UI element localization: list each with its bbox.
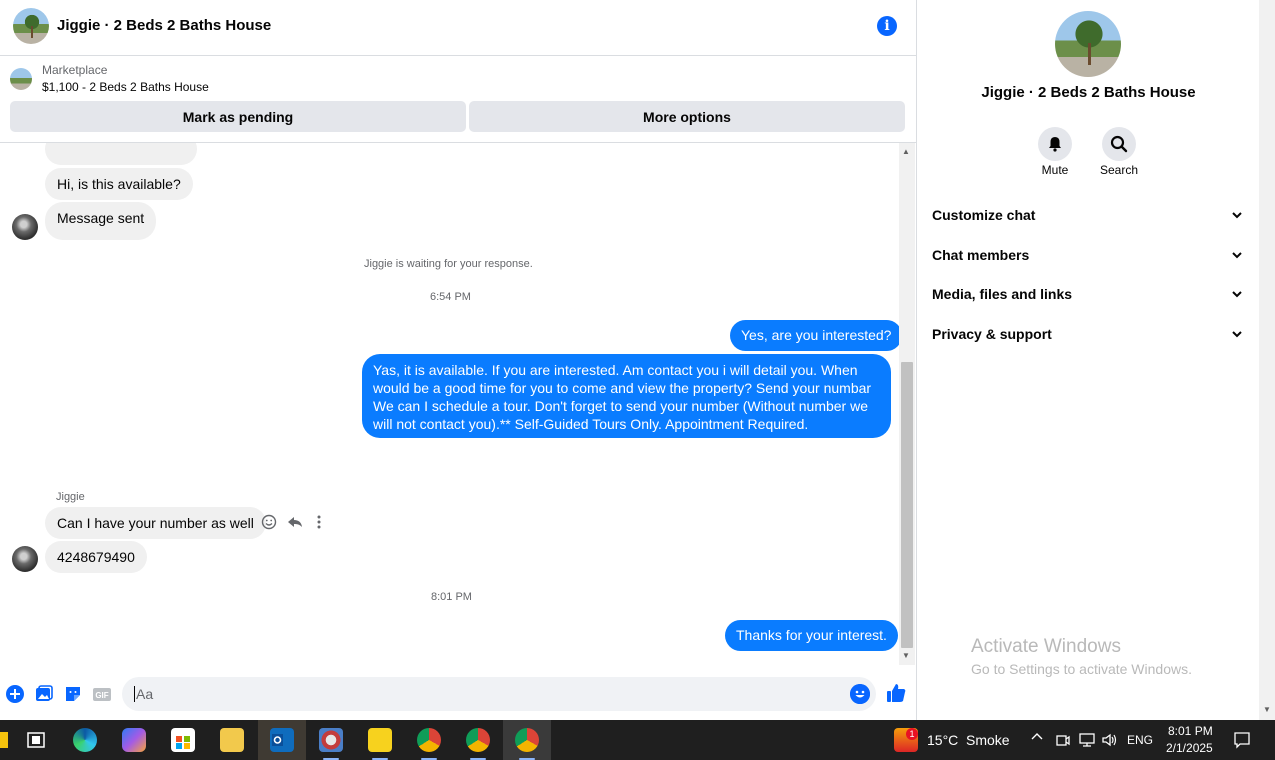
- sticky-notes-icon[interactable]: [368, 728, 392, 752]
- activate-windows-title: Activate Windows: [971, 636, 1121, 657]
- section-privacy-support[interactable]: Privacy & support: [932, 319, 1242, 349]
- chrome-profile-icon[interactable]: [466, 728, 490, 752]
- chrome-active-icon[interactable]: [515, 728, 539, 752]
- chevron-down-icon: [1232, 331, 1242, 338]
- timestamp: 6:54 PM: [430, 291, 471, 303]
- section-label: Media, files and links: [932, 286, 1073, 302]
- listing-thumbnail[interactable]: [10, 68, 32, 90]
- chat-avatar[interactable]: [13, 8, 49, 44]
- svg-text:GIF: GIF: [95, 691, 108, 700]
- sender-avatar[interactable]: [12, 546, 38, 572]
- language-indicator[interactable]: ENG: [1127, 733, 1153, 747]
- windows-taskbar: 1 15°C Smoke ENG 8:01 PM 2/1/2025: [0, 720, 1275, 760]
- more-options-button[interactable]: More options: [469, 101, 905, 132]
- message-input-placeholder: Aa: [134, 686, 154, 702]
- chevron-down-icon: [1232, 212, 1242, 219]
- message-list: Hi, is this available? Message sent Jigg…: [0, 143, 900, 663]
- clock-time[interactable]: 8:01 PM: [1168, 724, 1213, 738]
- network-icon[interactable]: [1078, 732, 1096, 751]
- message-bubble-incoming[interactable]: Hi, is this available?: [45, 168, 193, 200]
- mute-label: Mute: [1041, 163, 1069, 177]
- waiting-status: Jiggie is waiting for your response.: [364, 258, 533, 270]
- section-label: Chat members: [932, 247, 1030, 263]
- message-bubble-incoming[interactable]: Message sent: [45, 202, 157, 240]
- scroll-thumb[interactable]: [901, 362, 913, 648]
- store-icon[interactable]: [171, 728, 195, 752]
- outlook-icon[interactable]: [270, 728, 294, 752]
- reply-icon[interactable]: [287, 514, 303, 533]
- mute-button[interactable]: [1038, 127, 1072, 161]
- search-button[interactable]: [1102, 127, 1136, 161]
- chevron-down-icon: [1232, 291, 1242, 298]
- chat-area: Jiggie · 2 Beds 2 Baths House i Marketpl…: [0, 0, 916, 720]
- sticker-icon[interactable]: [63, 684, 83, 704]
- message-bubble-outgoing[interactable]: Thanks for your interest.: [725, 620, 898, 651]
- start-edge-icon[interactable]: [0, 732, 8, 748]
- scroll-down-icon[interactable]: ▼: [1263, 705, 1271, 714]
- message-bubble-incoming[interactable]: 4248679490: [45, 541, 147, 573]
- plus-icon[interactable]: [5, 684, 25, 704]
- weather-desc[interactable]: Smoke: [966, 732, 1010, 748]
- chevron-up-icon[interactable]: [1030, 730, 1044, 747]
- message-input[interactable]: Aa: [122, 677, 876, 711]
- scroll-up-icon[interactable]: ▲: [902, 147, 910, 156]
- scroll-down-icon[interactable]: ▼: [902, 651, 910, 660]
- task-view-icon[interactable]: [24, 728, 48, 752]
- thumbs-up-icon[interactable]: [885, 682, 907, 704]
- section-media-files-links[interactable]: Media, files and links: [932, 279, 1242, 309]
- messenger-window: Jiggie · 2 Beds 2 Baths House i Marketpl…: [0, 0, 1275, 760]
- chevron-down-icon: [1232, 252, 1242, 259]
- message-line: would be a good time for you to come and…: [373, 380, 872, 396]
- weather-temp[interactable]: 15°C: [927, 732, 958, 748]
- timestamp: 8:01 PM: [431, 591, 472, 603]
- message-line: will not contact you).** Self-Guided Tou…: [373, 416, 809, 432]
- section-customize-chat[interactable]: Customize chat: [932, 200, 1242, 230]
- info-icon[interactable]: i: [877, 16, 897, 36]
- app-icon[interactable]: [319, 728, 343, 752]
- copilot-icon[interactable]: [122, 728, 146, 752]
- listing-title[interactable]: $1,100 - 2 Beds 2 Baths House: [42, 80, 209, 94]
- search-icon: [1110, 135, 1128, 153]
- sender-name: Jiggie: [56, 491, 85, 503]
- composer-bar: GIF Aa: [0, 672, 916, 716]
- section-label: Privacy & support: [932, 326, 1052, 342]
- page-scrollbar[interactable]: ▼: [1259, 0, 1275, 720]
- section-chat-members[interactable]: Chat members: [932, 240, 1242, 270]
- more-actions-icon[interactable]: [313, 514, 325, 533]
- emoji-icon[interactable]: [850, 684, 870, 704]
- chat-header: Jiggie · 2 Beds 2 Baths House i: [0, 0, 916, 56]
- panel-title: Jiggie · 2 Beds 2 Baths House: [981, 84, 1196, 101]
- message-bubble-outgoing-long[interactable]: Yas, it is available. If you are interes…: [362, 354, 891, 438]
- marketplace-label: Marketplace: [42, 63, 108, 77]
- message-bubble-incoming[interactable]: Can I have your number as well: [45, 507, 266, 539]
- bell-icon: [1049, 137, 1061, 152]
- gif-icon[interactable]: GIF: [92, 684, 112, 704]
- activate-windows-subtitle: Go to Settings to activate Windows.: [971, 661, 1192, 677]
- message-line: Yas, it is available. If you are interes…: [373, 362, 858, 378]
- message-line: We can I schedule a tour. Don't forget t…: [373, 398, 869, 414]
- chat-title[interactable]: Jiggie · 2 Beds 2 Baths House: [57, 17, 271, 34]
- message-bubble-partial: [45, 143, 197, 165]
- message-scrollbar[interactable]: ▲ ▼: [899, 143, 915, 665]
- message-bubble-outgoing[interactable]: Yes, are you interested?: [730, 320, 900, 351]
- photo-icon[interactable]: [34, 684, 54, 704]
- react-icon[interactable]: [261, 514, 277, 533]
- mark-as-pending-button[interactable]: Mark as pending: [10, 101, 466, 132]
- volume-icon[interactable]: [1101, 732, 1119, 751]
- edge-icon[interactable]: [73, 728, 97, 752]
- search-label: Search: [1099, 163, 1139, 177]
- weather-badge: 1: [906, 728, 918, 740]
- section-label: Customize chat: [932, 207, 1036, 223]
- chat-info-panel: Jiggie · 2 Beds 2 Baths House Mute Searc…: [916, 0, 1259, 720]
- chrome-icon[interactable]: [417, 728, 441, 752]
- meet-now-icon[interactable]: [1055, 732, 1071, 751]
- sender-avatar[interactable]: [12, 214, 38, 240]
- clock-date[interactable]: 2/1/2025: [1166, 741, 1213, 755]
- file-explorer-icon[interactable]: [220, 728, 244, 752]
- marketplace-banner: Marketplace $1,100 - 2 Beds 2 Baths Hous…: [0, 57, 916, 143]
- profile-avatar[interactable]: [1055, 11, 1121, 77]
- notification-icon[interactable]: [1233, 731, 1251, 752]
